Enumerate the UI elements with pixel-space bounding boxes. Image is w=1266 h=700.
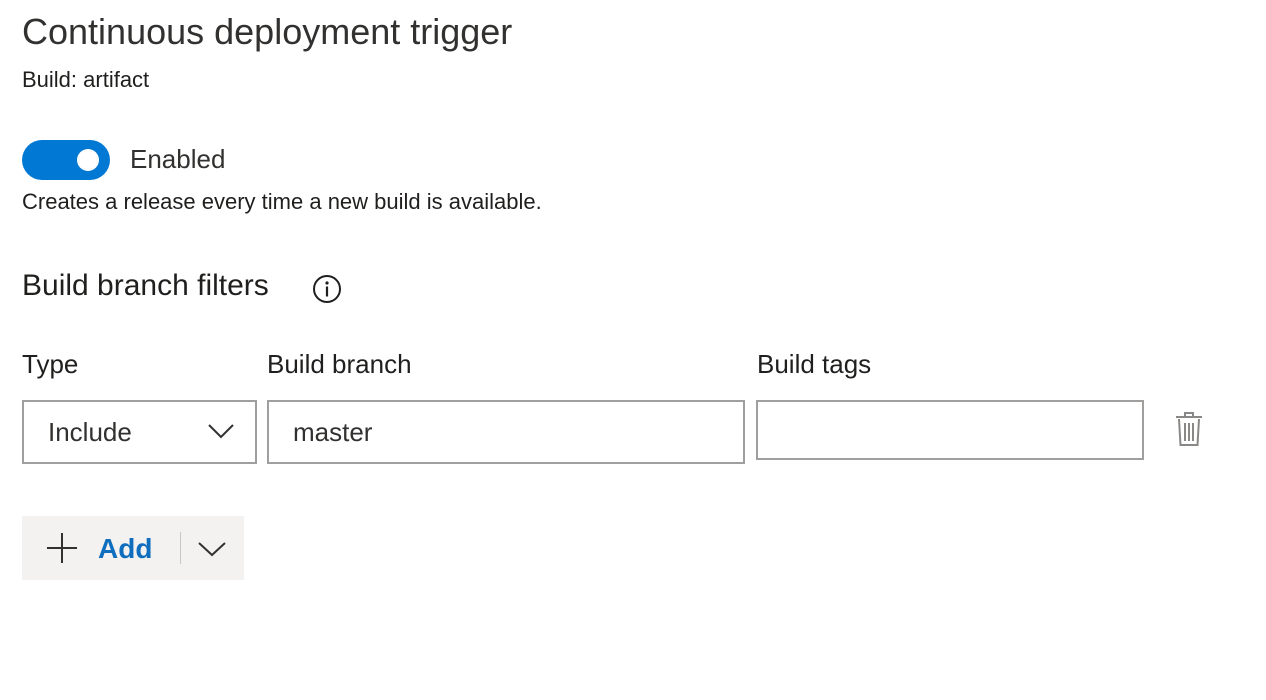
- trigger-description: Creates a release every time a new build…: [22, 189, 542, 214]
- toggle-label: Enabled: [130, 144, 226, 174]
- column-header-type: Type: [22, 349, 79, 379]
- plus-icon: [47, 533, 77, 563]
- trash-icon[interactable]: [1174, 411, 1204, 447]
- info-icon[interactable]: [312, 274, 342, 304]
- build-tags-input[interactable]: [756, 400, 1144, 460]
- add-split-button: Add: [22, 516, 244, 580]
- chevron-down-icon: [208, 424, 234, 439]
- type-dropdown[interactable]: Include: [22, 400, 257, 464]
- type-dropdown-value: Include: [48, 417, 132, 447]
- section-title: Build branch filters: [22, 269, 269, 302]
- chevron-down-icon: [198, 542, 226, 557]
- artifact-label: Build: artifact: [22, 67, 150, 92]
- column-header-tags: Build tags: [757, 349, 872, 379]
- page-title: Continuous deployment trigger: [22, 11, 513, 52]
- add-button-label: Add: [98, 533, 153, 564]
- column-header-branch: Build branch: [267, 349, 412, 379]
- build-branch-input[interactable]: [267, 400, 745, 464]
- add-dropdown-button[interactable]: [181, 516, 244, 580]
- enabled-toggle[interactable]: [22, 140, 110, 180]
- add-button[interactable]: Add: [22, 516, 180, 580]
- toggle-knob: [77, 149, 99, 171]
